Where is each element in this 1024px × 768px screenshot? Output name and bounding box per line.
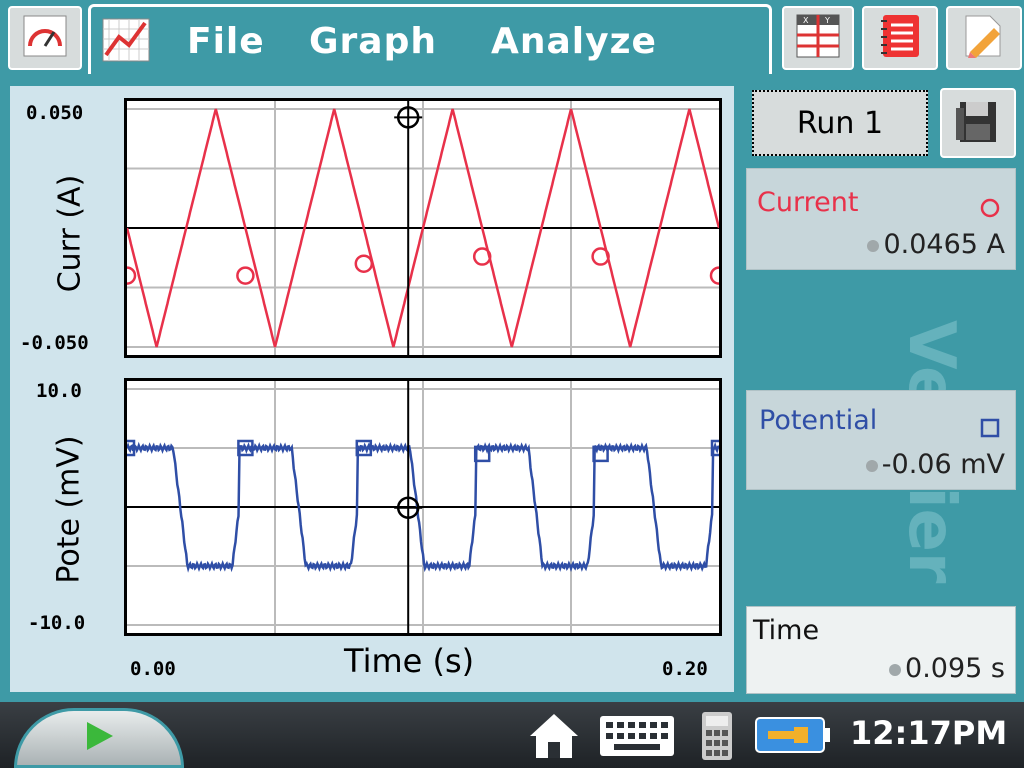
time-value-text: 0.095 s bbox=[905, 653, 1005, 684]
taskbar: 12:17PM bbox=[0, 702, 1024, 768]
battery-charging-icon bbox=[754, 714, 832, 760]
potential-ytick-min: -10.0 bbox=[28, 612, 86, 634]
document-button[interactable] bbox=[946, 6, 1022, 70]
current-plot[interactable] bbox=[117, 98, 729, 358]
analyze-menu[interactable]: Analyze bbox=[491, 21, 657, 62]
play-icon bbox=[81, 718, 117, 758]
potential-plot[interactable] bbox=[118, 378, 728, 636]
menu-bar: File Graph Analyze bbox=[88, 4, 772, 74]
potential-axis-label: Pote (mV) bbox=[51, 435, 87, 584]
meter-view-button[interactable] bbox=[8, 6, 82, 70]
potential-value-text: -0.06 mV bbox=[881, 449, 1005, 480]
edit-document-icon bbox=[960, 12, 1008, 64]
current-meter[interactable]: Current 0.0465 A bbox=[746, 168, 1016, 270]
graph-view-icon[interactable] bbox=[101, 17, 151, 67]
circle-marker-icon bbox=[979, 197, 1001, 223]
current-ytick-max: 0.050 bbox=[26, 102, 84, 124]
svg-text:Y: Y bbox=[824, 16, 830, 25]
data-marker bbox=[709, 266, 729, 285]
data-marker bbox=[472, 247, 492, 266]
graph-panel: 0.050 -0.050 Curr (A) 10.0 -10.0 Pote (m… bbox=[10, 86, 734, 692]
current-meter-value: 0.0465 A bbox=[867, 229, 1005, 260]
current-meter-label: Current bbox=[757, 187, 859, 218]
potential-ytick-max: 10.0 bbox=[36, 380, 82, 402]
x-max-label: 0.20 bbox=[662, 658, 708, 680]
current-ytick-min: -0.050 bbox=[20, 332, 89, 354]
current-chart-svg bbox=[117, 101, 729, 355]
data-marker bbox=[591, 247, 610, 266]
keyboard-icon[interactable] bbox=[598, 714, 676, 762]
save-run-button[interactable] bbox=[940, 88, 1016, 158]
square-marker-icon bbox=[979, 417, 1001, 443]
run-selector[interactable]: Run 1 bbox=[752, 90, 928, 156]
data-marker bbox=[117, 266, 137, 285]
svg-text:X: X bbox=[803, 16, 809, 25]
time-meter-label: Time bbox=[753, 615, 820, 646]
potential-chart-svg bbox=[118, 381, 728, 633]
graph-menu[interactable]: Graph bbox=[309, 21, 437, 62]
potential-meter-label: Potential bbox=[759, 405, 878, 436]
data-marker bbox=[354, 254, 374, 273]
data-marker bbox=[236, 266, 255, 285]
status-dot-icon bbox=[867, 239, 880, 252]
file-menu[interactable]: File bbox=[187, 21, 265, 62]
time-meter[interactable]: Time 0.095 s bbox=[746, 606, 1016, 694]
floppy-disk-icon bbox=[956, 98, 1000, 148]
x-axis-label: Time (s) bbox=[344, 642, 475, 680]
table-icon: XY bbox=[795, 13, 841, 63]
x-min-label: 0.00 bbox=[130, 658, 176, 680]
notes-button[interactable] bbox=[862, 6, 938, 70]
status-dot-icon bbox=[865, 459, 878, 472]
potential-meter[interactable]: Potential -0.06 mV bbox=[746, 390, 1016, 490]
table-view-button[interactable]: XY bbox=[782, 6, 854, 70]
time-meter-value: 0.095 s bbox=[889, 653, 1005, 684]
start-button[interactable] bbox=[14, 708, 184, 768]
status-dot-icon bbox=[889, 663, 902, 676]
clock: 12:17PM bbox=[850, 714, 1008, 752]
calculator-icon[interactable] bbox=[700, 710, 734, 766]
potential-meter-value: -0.06 mV bbox=[865, 449, 1005, 480]
current-value-text: 0.0465 A bbox=[883, 229, 1005, 260]
notebook-icon bbox=[877, 13, 923, 63]
top-bar: File Graph Analyze XY bbox=[0, 0, 1024, 78]
gauge-icon bbox=[22, 14, 68, 62]
current-axis-label: Curr (A) bbox=[52, 174, 88, 293]
home-icon[interactable] bbox=[528, 710, 580, 764]
